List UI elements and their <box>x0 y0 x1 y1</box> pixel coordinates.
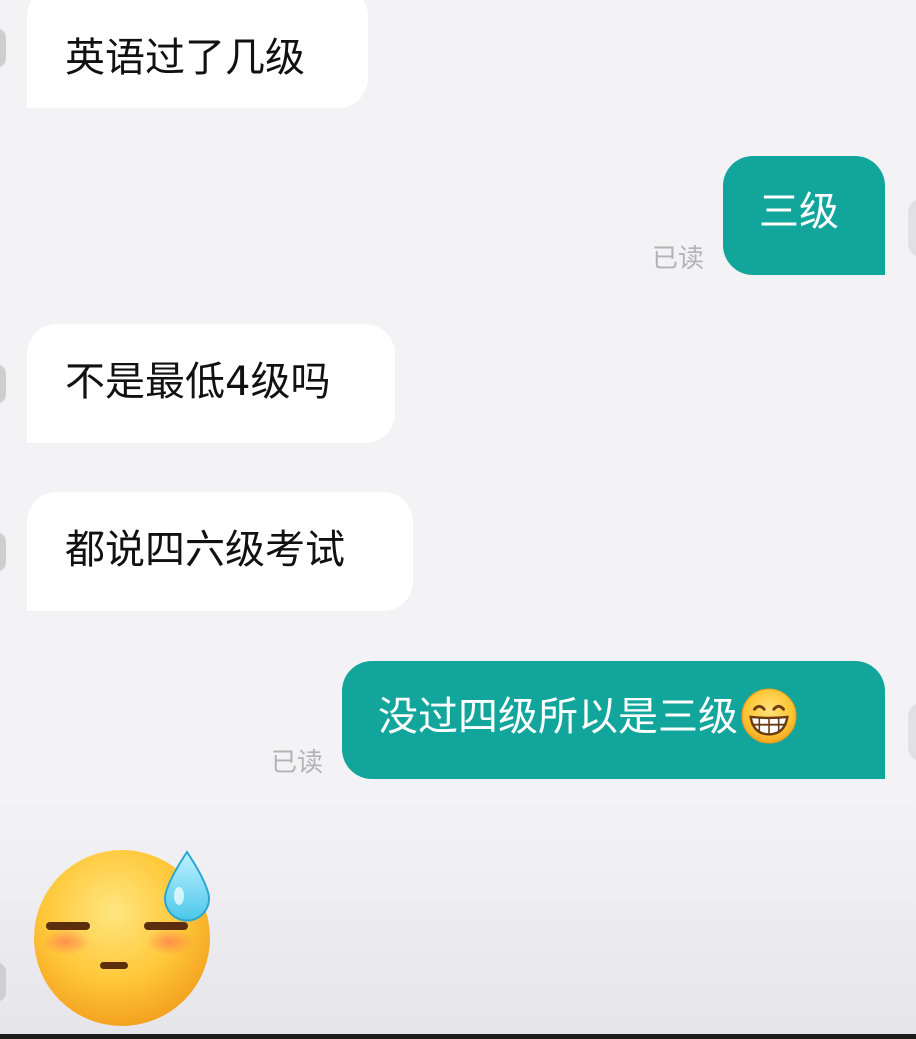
contact-avatar[interactable] <box>0 28 6 68</box>
message-bubble-outgoing[interactable]: 没过四级所以是三级 <box>342 661 885 779</box>
grinning-face-icon <box>741 688 797 744</box>
contact-avatar[interactable] <box>0 364 6 404</box>
message-bubble-incoming[interactable]: 都说四六级考试 <box>27 492 413 611</box>
read-status: 已读 <box>271 748 324 778</box>
message-text: 不是最低4级吗 <box>65 359 331 405</box>
bottom-divider <box>0 1034 916 1039</box>
contact-avatar[interactable] <box>0 962 6 1002</box>
message-bubble-incoming[interactable]: 不是最低4级吗 <box>27 324 395 443</box>
my-avatar[interactable] <box>908 702 916 762</box>
chat-area: 英语过了几级 已读 三级 不是最低4级吗 都说四六级考试 已读 没过四级所以是三… <box>0 0 916 1039</box>
message-text: 没过四级所以是三级 <box>378 694 738 740</box>
contact-avatar[interactable] <box>0 532 6 572</box>
message-bubble-incoming[interactable]: 英语过了几级 <box>27 0 368 108</box>
my-avatar[interactable] <box>908 198 916 258</box>
message-text: 英语过了几级 <box>65 35 305 81</box>
message-text: 三级 <box>759 189 839 235</box>
downcast-face-with-sweat-icon[interactable] <box>30 846 220 1026</box>
read-status: 已读 <box>652 244 705 274</box>
message-text: 都说四六级考试 <box>65 527 345 573</box>
message-bubble-outgoing[interactable]: 三级 <box>723 156 885 275</box>
